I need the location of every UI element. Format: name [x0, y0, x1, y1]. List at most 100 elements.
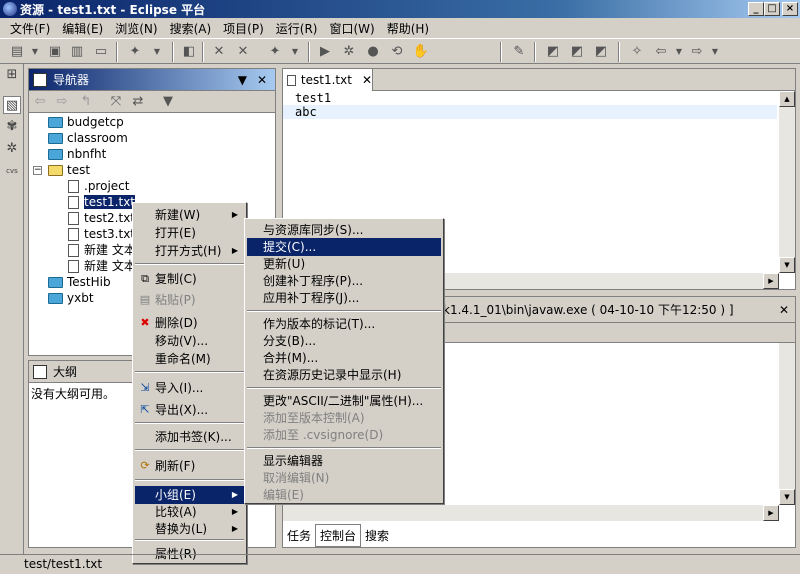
link-editor-icon[interactable]: ⇄	[129, 93, 147, 111]
tree-item-budgetcp[interactable]: budgetcp	[48, 114, 124, 130]
submenu-add-version-control[interactable]: 添加至版本控制(A)	[247, 409, 441, 427]
console-scroll-down-icon[interactable]: ▼	[779, 489, 795, 505]
last-edit-icon[interactable]: ✧	[628, 43, 646, 61]
console-close-icon[interactable]: ✕	[779, 297, 789, 323]
step-icon[interactable]: ✲	[340, 43, 358, 61]
tree-item-nbnfht[interactable]: nbnfht	[48, 146, 106, 162]
debug-perspective-icon[interactable]: ✾	[3, 118, 21, 136]
tree-item-project-file[interactable]: .project	[68, 178, 129, 194]
tab-console[interactable]: 控制台	[315, 523, 362, 547]
tab-tasks[interactable]: 任务	[283, 525, 315, 546]
menu-navigate[interactable]: 浏览(N)	[109, 20, 163, 37]
annotation-icon[interactable]: ◩	[592, 43, 610, 61]
submenu-synchronize[interactable]: 与资源库同步(S)...	[247, 221, 441, 239]
open-perspective-icon[interactable]: ⊞	[3, 66, 21, 84]
submenu-merge[interactable]: 合并(M)...	[247, 349, 441, 367]
menu-item-open-with[interactable]: 打开方式(H) ▶	[135, 242, 244, 260]
submenu-unedit[interactable]: 取消编辑(N)	[247, 469, 441, 487]
forward-dropdown-icon[interactable]: ▼	[706, 43, 724, 61]
scroll-right-icon[interactable]: ▶	[763, 273, 779, 289]
console-vertical-scrollbar[interactable]: ▼	[779, 343, 795, 505]
menu-item-rename[interactable]: 重命名(M)	[135, 350, 244, 368]
submenu-add-cvsignore[interactable]: 添加至 .cvsignore(D)	[247, 426, 441, 444]
run-icon[interactable]: ✦	[266, 43, 284, 61]
navigator-header[interactable]: 导航器 ▼ ✕	[29, 69, 275, 91]
menu-project[interactable]: 项目(P)	[217, 20, 270, 37]
submenu-show-editors[interactable]: 显示编辑器	[247, 452, 441, 470]
menu-item-new[interactable]: 新建(W) ▶	[135, 206, 244, 224]
tree-item-test1[interactable]: test1.txt	[68, 194, 136, 210]
minimize-button[interactable]: _	[748, 2, 764, 16]
menu-item-copy[interactable]: ⧉ 复制(C)	[135, 270, 244, 288]
editor-tab[interactable]: test1.txt ✕	[283, 69, 373, 91]
editor-tab-close-icon[interactable]: ✕	[362, 73, 372, 87]
save-all-icon[interactable]: ▥	[68, 43, 86, 61]
title-bar[interactable]: 资源 - test1.txt - Eclipse 平台 _ □ ×	[0, 0, 800, 18]
open-type-icon[interactable]: ◧	[180, 43, 198, 61]
resume-icon[interactable]: ▶	[316, 43, 334, 61]
menu-item-replace[interactable]: 替换为(L) ▶	[135, 520, 244, 538]
menu-item-refresh[interactable]: ⟳ 刷新(F)	[135, 457, 244, 475]
debug-dropdown-icon[interactable]: ▼	[148, 43, 166, 61]
stop-icon[interactable]: ●	[364, 43, 382, 61]
submenu-create-patch[interactable]: 创建补丁程序(P)...	[247, 272, 441, 290]
menu-item-export[interactable]: ⇱ 导出(X)...	[135, 401, 244, 419]
scroll-down-icon[interactable]: ▼	[779, 257, 795, 273]
tree-item-testhib[interactable]: TestHib	[48, 274, 111, 290]
tree-item-classroom[interactable]: classroom	[48, 130, 128, 146]
menu-search[interactable]: 搜索(A)	[164, 20, 218, 37]
close-button[interactable]: ×	[782, 2, 798, 16]
menu-edit[interactable]: 编辑(E)	[56, 20, 109, 37]
java-perspective-icon[interactable]: ✲	[3, 140, 21, 158]
menu-item-delete[interactable]: ✖ 删除(D)	[135, 314, 244, 332]
navigator-close-icon[interactable]: ✕	[257, 73, 267, 87]
submenu-show-history[interactable]: 在资源历史记录中显示(H)	[247, 366, 441, 384]
tool-icon-b[interactable]: ✕	[234, 43, 252, 61]
resource-perspective-icon[interactable]: ▧	[3, 96, 21, 114]
back-dropdown-icon[interactable]: ▼	[670, 43, 688, 61]
cvs-perspective-icon[interactable]: cvs	[3, 162, 21, 180]
menu-item-open[interactable]: 打开(E)	[135, 224, 244, 242]
menu-window[interactable]: 窗口(W)	[323, 20, 380, 37]
menu-item-add-bookmark[interactable]: 添加书签(K)...	[135, 428, 244, 446]
tree-item-test3[interactable]: test3.txt	[68, 226, 135, 242]
menu-file[interactable]: 文件(F)	[4, 20, 56, 37]
menu-item-move[interactable]: 移动(V)...	[135, 332, 244, 350]
submenu-commit[interactable]: 提交(C)...	[247, 238, 441, 256]
new-dropdown-icon[interactable]: ▼	[26, 43, 44, 61]
pen-icon[interactable]: ✎	[510, 43, 528, 61]
run-dropdown-icon[interactable]: ▼	[286, 43, 304, 61]
forward-icon[interactable]: ⇨	[688, 43, 706, 61]
tree-item-yxbt[interactable]: yxbt	[48, 290, 94, 306]
submenu-tag-as-version[interactable]: 作为版本的标记(T)...	[247, 315, 441, 333]
maximize-button[interactable]: □	[764, 2, 780, 16]
save-icon[interactable]: ▣	[46, 43, 64, 61]
view-menu-icon[interactable]: ▼	[238, 73, 247, 87]
menu-item-import[interactable]: ⇲ 导入(I)...	[135, 379, 244, 397]
tab-search[interactable]: 搜索	[361, 525, 393, 546]
menu-help[interactable]: 帮助(H)	[381, 20, 435, 37]
annotation-prev-icon[interactable]: ◩	[544, 43, 562, 61]
collapse-toggle[interactable]: −	[33, 166, 42, 175]
tool-icon-a[interactable]: ✕	[210, 43, 228, 61]
nav-back-icon[interactable]: ⇦	[31, 93, 49, 111]
editor-vertical-scrollbar[interactable]: ▲ ▼	[779, 91, 795, 273]
tree-item-new-text-1[interactable]: 新建 文本	[68, 242, 136, 258]
submenu-change-ascii-binary[interactable]: 更改"ASCII/二进制"属性(H)...	[247, 392, 441, 410]
console-horizontal-scrollbar[interactable]: ▶	[283, 505, 779, 521]
tree-item-new-text-2[interactable]: 新建 文本	[68, 258, 136, 274]
collapse-all-icon[interactable]: ⤧	[107, 93, 125, 111]
debug-run-icon[interactable]: ✦	[126, 43, 144, 61]
nav-forward-icon[interactable]: ⇨	[53, 93, 71, 111]
submenu-branch[interactable]: 分支(B)...	[247, 332, 441, 350]
submenu-edit[interactable]: 编辑(E)	[247, 486, 441, 504]
tree-item-test[interactable]: test	[48, 162, 90, 178]
hand-icon[interactable]: ✋	[412, 43, 430, 61]
menu-run[interactable]: 运行(R)	[270, 20, 324, 37]
menu-item-compare[interactable]: 比较(A) ▶	[135, 503, 244, 521]
filter-icon[interactable]: ▼	[159, 93, 177, 111]
annotation-next-icon[interactable]: ◩	[568, 43, 586, 61]
scroll-up-icon[interactable]: ▲	[779, 91, 795, 107]
submenu-update[interactable]: 更新(U)	[247, 255, 441, 273]
new-icon[interactable]: ▤	[8, 43, 26, 61]
